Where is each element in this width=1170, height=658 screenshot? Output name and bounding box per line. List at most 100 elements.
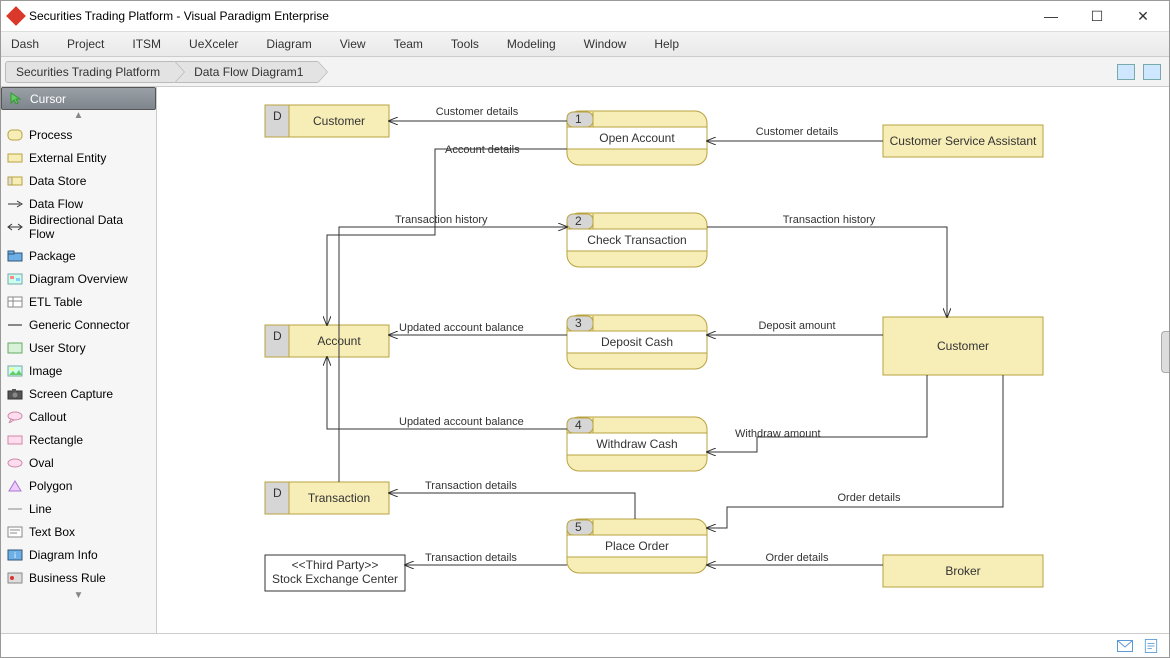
palette-label: ETL Table (29, 295, 82, 309)
process-deposit-cash[interactable]: 3 Deposit Cash (567, 315, 707, 369)
flow-transaction-details-1[interactable] (389, 493, 635, 519)
diagram-canvas[interactable]: D Customer D Account D Transaction (157, 87, 1169, 633)
textbox-icon (7, 525, 23, 539)
etl-icon (7, 295, 23, 309)
palette-label: Bidirectional Data Flow (29, 213, 150, 241)
palette-package[interactable]: Package (1, 245, 156, 268)
palette-text-box[interactable]: Text Box (1, 521, 156, 544)
palette-line[interactable]: Line (1, 498, 156, 521)
process-place-order[interactable]: 5 Place Order (567, 519, 707, 573)
process-withdraw-cash[interactable]: 4 Withdraw Cash (567, 417, 707, 471)
menu-tools[interactable]: Tools (451, 37, 479, 51)
palette-rectangle[interactable]: Rectangle (1, 429, 156, 452)
connector-icon (7, 318, 23, 332)
breadcrumb: Securities Trading Platform Data Flow Di… (1, 57, 1169, 87)
palette-label: Business Rule (29, 571, 106, 585)
data-store-customer[interactable]: D Customer (265, 105, 389, 137)
process-icon (7, 128, 23, 142)
svg-text:Customer Service Assistant: Customer Service Assistant (890, 134, 1037, 148)
data-store-transaction[interactable]: D Transaction (265, 482, 389, 514)
palette-label: Line (29, 502, 52, 516)
palette-screen-capture[interactable]: Screen Capture (1, 383, 156, 406)
process-check-transaction[interactable]: 2 Check Transaction (567, 213, 707, 267)
line-icon (7, 502, 23, 516)
menu-uexceler[interactable]: UeXceler (189, 37, 238, 51)
svg-text:5: 5 (575, 520, 582, 534)
collapse-down-icon[interactable]: ▼ (1, 590, 156, 604)
flow-withdraw-amount[interactable] (707, 375, 927, 452)
app-icon (6, 6, 26, 26)
palette-data-store[interactable]: Data Store (1, 170, 156, 193)
palette-business-rule[interactable]: Business Rule (1, 567, 156, 590)
palette-cursor[interactable]: Cursor (1, 87, 156, 110)
svg-text:Customer: Customer (313, 114, 365, 128)
menu-modeling[interactable]: Modeling (507, 37, 556, 51)
palette-polygon[interactable]: Polygon (1, 475, 156, 498)
breadcrumb-item[interactable]: Securities Trading Platform (5, 61, 175, 83)
mail-icon[interactable] (1117, 639, 1133, 653)
close-button[interactable]: ✕ (1129, 8, 1157, 25)
svg-text:Check Transaction: Check Transaction (587, 233, 686, 247)
palette-diagram-info[interactable]: i Diagram Info (1, 544, 156, 567)
svg-text:Broker: Broker (945, 564, 980, 578)
svg-text:Transaction history: Transaction history (395, 214, 488, 226)
palette-user-story[interactable]: User Story (1, 337, 156, 360)
polygon-icon (7, 479, 23, 493)
data-store-account[interactable]: D Account (265, 325, 389, 357)
palette-bidi-data-flow[interactable]: Bidirectional Data Flow (1, 216, 156, 239)
external-customer[interactable]: Customer (883, 317, 1043, 375)
palette-label: Screen Capture (29, 387, 113, 401)
info-icon: i (7, 548, 23, 562)
doc-icon[interactable] (1143, 639, 1159, 653)
svg-text:Deposit Cash: Deposit Cash (601, 335, 673, 349)
palette-process[interactable]: Process (1, 124, 156, 147)
palette-label: External Entity (29, 151, 106, 165)
toolbar-icon[interactable] (1143, 64, 1161, 80)
side-panel-handle[interactable] (1161, 331, 1169, 373)
palette-label: Cursor (30, 92, 66, 106)
svg-text:i: i (14, 551, 16, 560)
svg-text:3: 3 (575, 316, 582, 330)
palette-external-entity[interactable]: External Entity (1, 147, 156, 170)
palette-callout[interactable]: Callout (1, 406, 156, 429)
minimize-button[interactable]: — (1037, 8, 1065, 25)
palette-generic-connector[interactable]: Generic Connector (1, 314, 156, 337)
process-open-account[interactable]: 1 Open Account (567, 111, 707, 165)
menu-dash[interactable]: Dash (11, 37, 39, 51)
svg-text:D: D (273, 486, 282, 500)
svg-text:Account details: Account details (445, 144, 520, 156)
palette-oval[interactable]: Oval (1, 452, 156, 475)
package-icon (7, 249, 23, 263)
palette-etl-table[interactable]: ETL Table (1, 291, 156, 314)
flow-account-details[interactable] (327, 149, 567, 325)
svg-text:1: 1 (575, 112, 582, 126)
external-customer-service-assistant[interactable]: Customer Service Assistant (883, 125, 1043, 157)
palette-label: Polygon (29, 479, 72, 493)
menu-project[interactable]: Project (67, 37, 104, 51)
palette-image[interactable]: Image (1, 360, 156, 383)
third-party-stock-exchange[interactable]: <<Third Party>> Stock Exchange Center (265, 555, 405, 591)
svg-text:Transaction details: Transaction details (425, 552, 517, 564)
palette-label: Process (29, 128, 72, 142)
maximize-button[interactable]: ☐ (1083, 8, 1111, 25)
menu-team[interactable]: Team (394, 37, 423, 51)
external-broker[interactable]: Broker (883, 555, 1043, 587)
flow-transaction-history-2[interactable] (707, 227, 947, 317)
bidi-flow-icon (7, 220, 23, 234)
toolbar-icon[interactable] (1117, 64, 1135, 80)
svg-text:Withdraw amount: Withdraw amount (735, 428, 821, 440)
svg-text:Customer: Customer (937, 339, 989, 353)
breadcrumb-item[interactable]: Data Flow Diagram1 (175, 61, 318, 83)
menu-itsm[interactable]: ITSM (132, 37, 161, 51)
user-story-icon (7, 341, 23, 355)
menu-diagram[interactable]: Diagram (266, 37, 311, 51)
menu-window[interactable]: Window (584, 37, 627, 51)
svg-text:Place Order: Place Order (605, 539, 669, 553)
menu-view[interactable]: View (340, 37, 366, 51)
menu-help[interactable]: Help (654, 37, 679, 51)
window-title: Securities Trading Platform - Visual Par… (29, 9, 1037, 23)
palette-diagram-overview[interactable]: Diagram Overview (1, 268, 156, 291)
palette-label: Oval (29, 456, 54, 470)
collapse-up-icon[interactable]: ▲ (1, 110, 156, 124)
svg-text:D: D (273, 329, 282, 343)
